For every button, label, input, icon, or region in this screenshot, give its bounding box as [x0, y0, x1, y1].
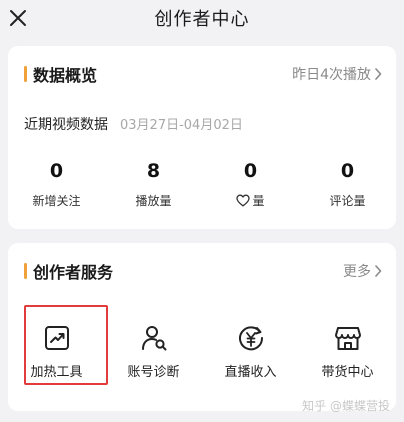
date-range: 03月27日-04月02日 [120, 118, 243, 133]
services-title: 创作者服务 [33, 263, 114, 282]
more-text: 更多 [343, 264, 371, 280]
stat-value: 0 [49, 160, 64, 182]
stat-new-followers[interactable]: 0 新增关注 [8, 160, 105, 209]
stat-value: 0 [243, 160, 258, 182]
stat-value: 8 [146, 160, 161, 182]
close-button[interactable] [6, 6, 30, 30]
yuan-income-icon [238, 326, 263, 351]
chevron-right-icon [375, 68, 382, 80]
overview-header: 数据概览 昨日4次播放 [24, 62, 382, 86]
close-icon [10, 10, 26, 26]
stat-comments[interactable]: 0 评论量 [299, 160, 396, 209]
stat-value: 0 [340, 160, 355, 182]
user-search-icon [141, 326, 166, 351]
accent-bar [24, 66, 27, 82]
stats-row: 0 新增关注 8 播放量 0 量 0 评论量 [8, 160, 396, 209]
stat-label: 量 [236, 192, 265, 209]
service-boost-tool[interactable]: 加热工具 [8, 299, 108, 385]
data-overview-card: 数据概览 昨日4次播放 近期视频数据 03月27日-04月02日 0 新增关注 … [8, 46, 396, 229]
top-bar: 创作者中心 [0, 0, 404, 40]
chevron-right-icon [375, 265, 382, 277]
yesterday-plays-text: 昨日4次播放 [292, 67, 371, 83]
recent-video-data-row: 近期视频数据 03月27日-04月02日 [24, 114, 243, 134]
creator-services-card: 创作者服务 更多 加热工具 账号诊断 直播收入 带货中心 [8, 243, 396, 411]
more-link[interactable]: 更多 [343, 261, 382, 281]
services-header: 创作者服务 更多 [24, 259, 382, 283]
stat-label: 评论量 [329, 194, 366, 208]
stat-likes[interactable]: 0 量 [202, 160, 299, 209]
stat-plays[interactable]: 8 播放量 [105, 160, 202, 209]
services-grid: 加热工具 账号诊断 直播收入 带货中心 [8, 299, 396, 385]
heart-icon [236, 194, 251, 207]
service-label: 账号诊断 [127, 365, 180, 380]
service-label: 直播收入 [224, 365, 277, 380]
service-label: 带货中心 [321, 365, 374, 380]
service-live-income[interactable]: 直播收入 [202, 299, 299, 380]
yesterday-plays-link[interactable]: 昨日4次播放 [292, 64, 382, 84]
highlight-box [24, 305, 108, 385]
stat-label: 播放量 [135, 194, 172, 208]
shop-icon [334, 327, 361, 350]
overview-title: 数据概览 [33, 66, 98, 85]
watermark: 知乎 @蝶蝶营投 [302, 399, 390, 413]
page-title: 创作者中心 [154, 9, 250, 30]
stat-label: 新增关注 [32, 194, 81, 208]
recent-video-data-label: 近期视频数据 [24, 117, 108, 133]
service-account-diagnosis[interactable]: 账号诊断 [105, 299, 202, 380]
accent-bar [24, 263, 27, 279]
service-shop-center[interactable]: 带货中心 [299, 299, 396, 380]
